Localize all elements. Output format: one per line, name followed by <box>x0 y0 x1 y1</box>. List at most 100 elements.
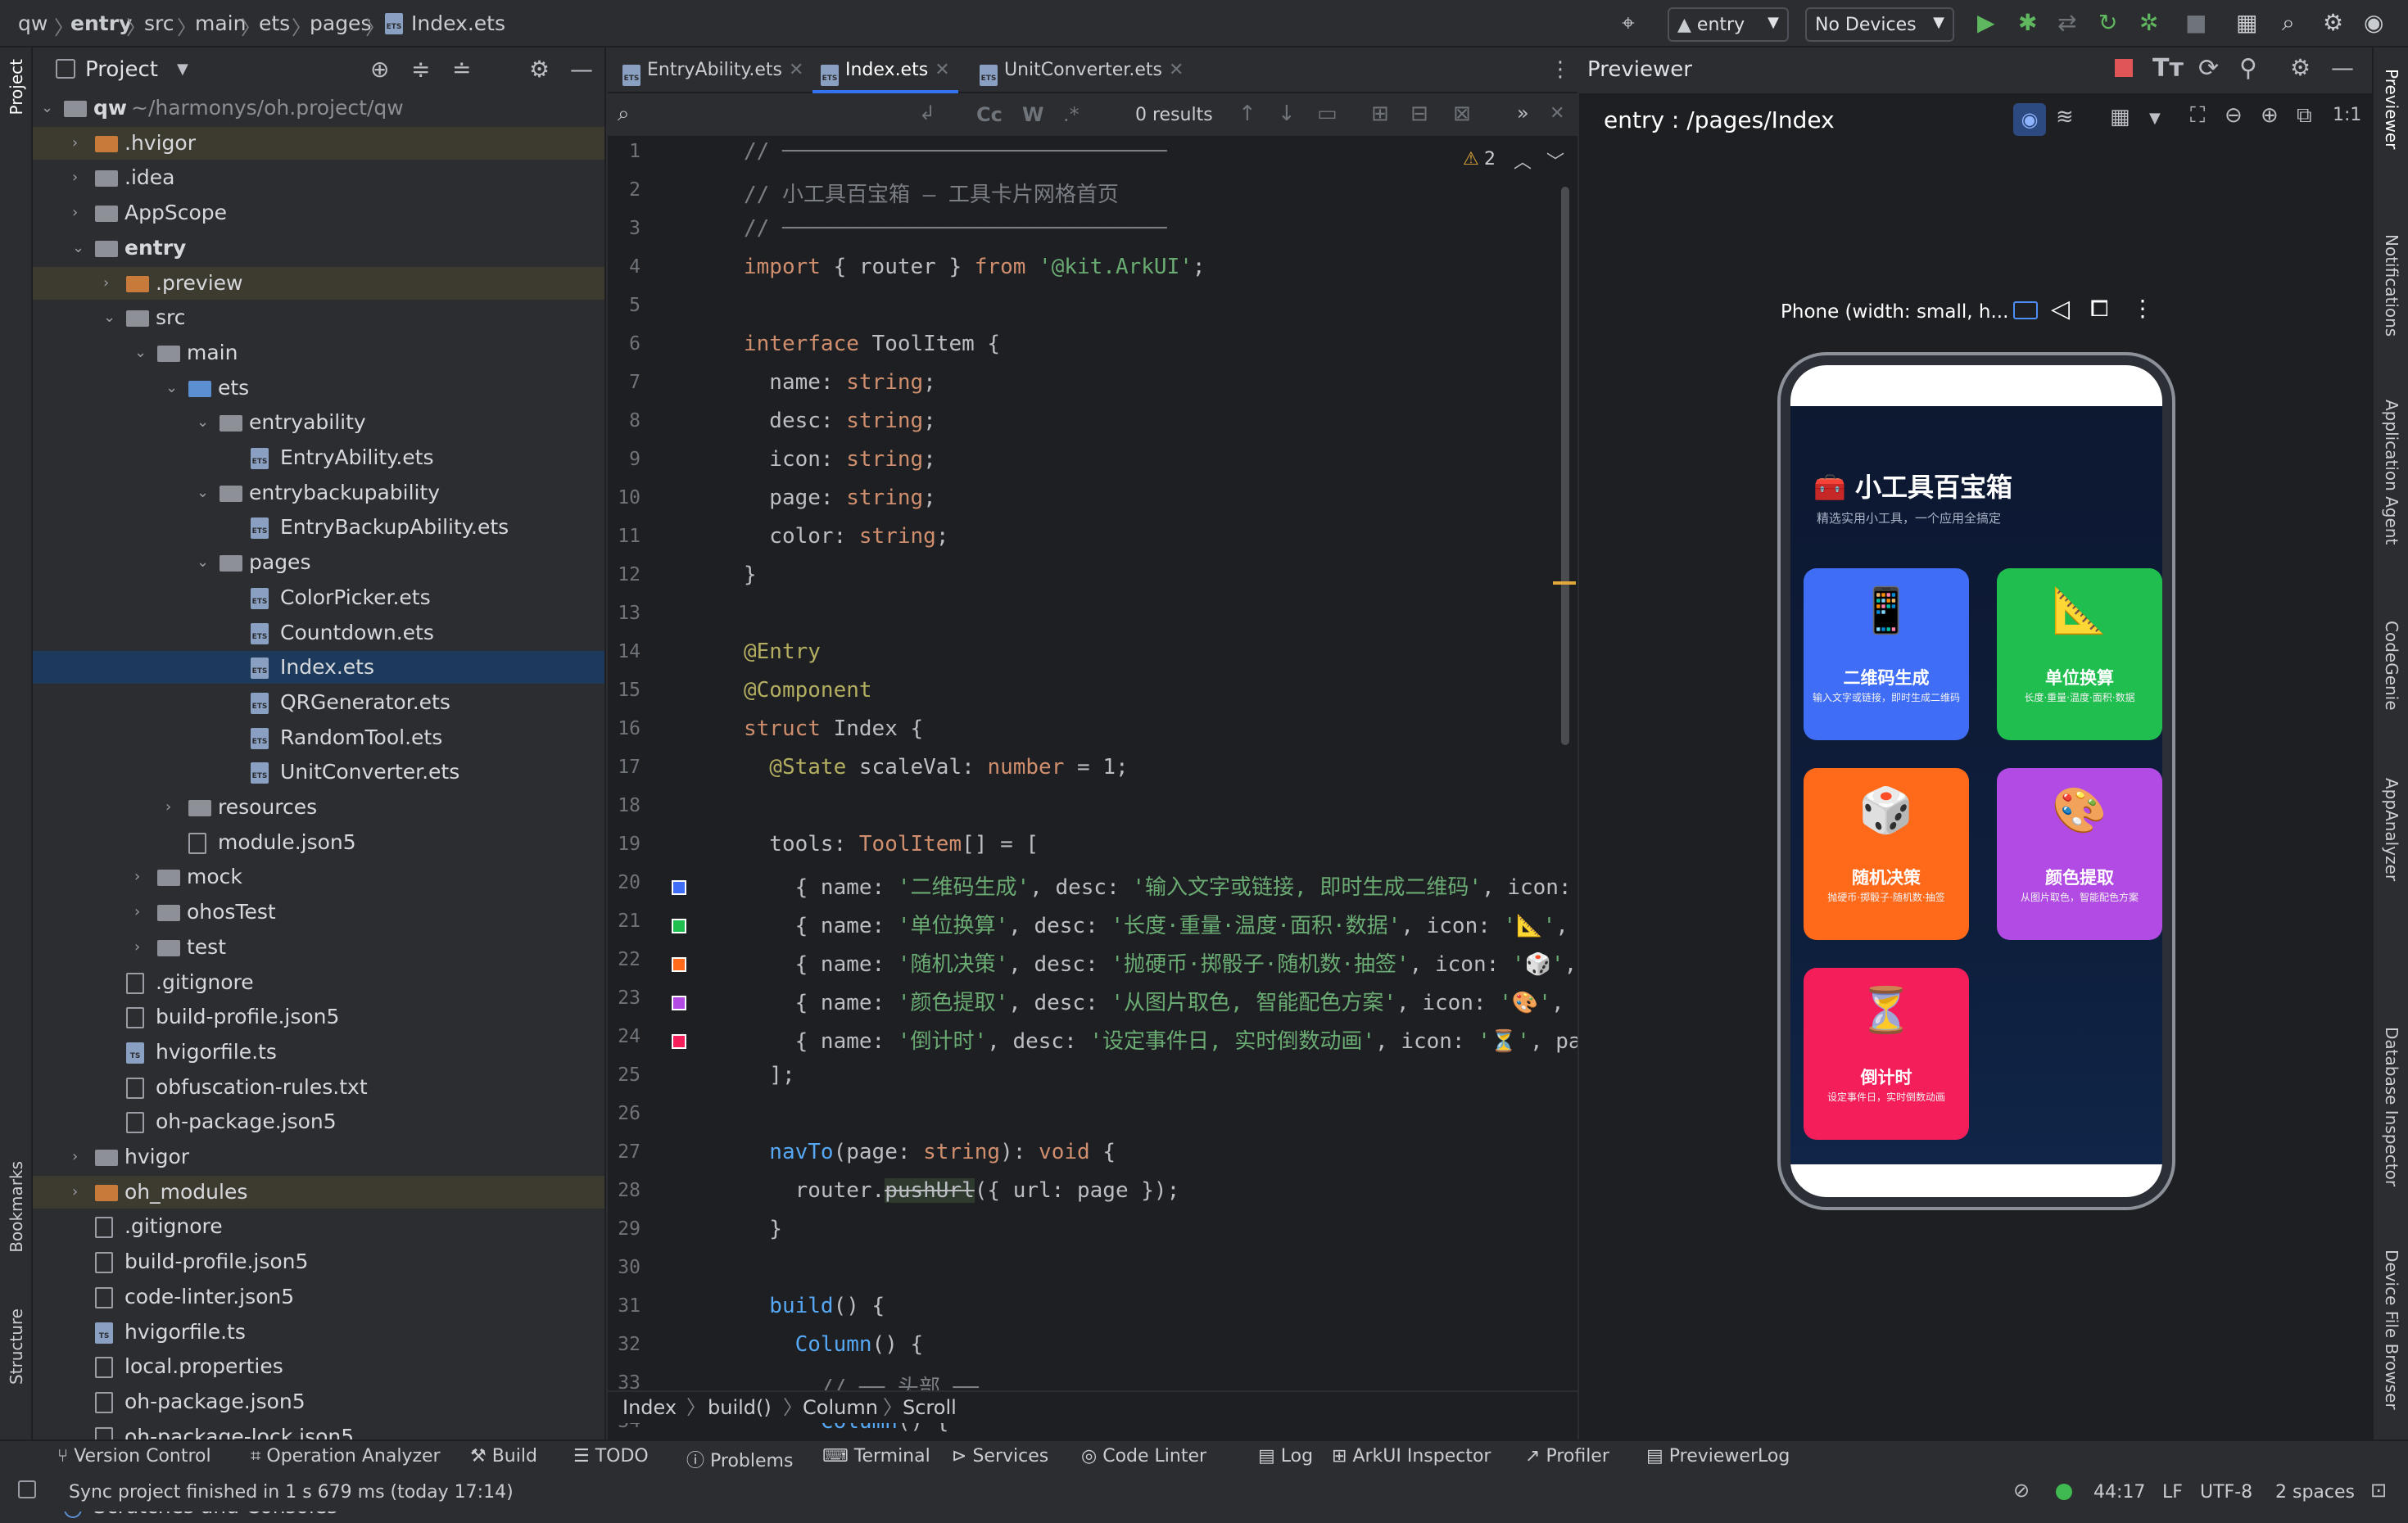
chevron-down-icon[interactable]: ⌄ <box>103 301 115 334</box>
color-swatch-icon[interactable] <box>672 919 686 933</box>
chevron-right-icon[interactable]: › <box>72 1176 78 1209</box>
zoom-in-icon[interactable]: ⊕ <box>2261 103 2279 128</box>
tree-item[interactable]: TS hvigorfile.ts <box>33 1316 604 1349</box>
tool-card[interactable]: 🎲 随机决策 抛硬币·掷骰子·随机数·抽签 <box>1804 768 1969 940</box>
tree-item[interactable]: › AppScope <box>33 197 604 229</box>
color-swatch-icon[interactable] <box>672 957 686 972</box>
chevron-right-icon[interactable]: › <box>134 861 140 893</box>
tree-item[interactable]: ⌄ entrybackupability <box>33 477 604 509</box>
notifications-tool-button[interactable]: Notifications <box>2382 234 2401 337</box>
rotate-icon[interactable]: ⧠ <box>2090 295 2108 323</box>
chevron-right-icon[interactable]: › <box>72 1141 78 1173</box>
code-area[interactable]: 1 // ────────────────────────────── 2 // 小工… <box>608 138 1590 1477</box>
tree-item[interactable]: ETS EntryBackupAbility.ets <box>33 511 604 544</box>
chevron-right-icon[interactable]: › <box>103 267 109 300</box>
indent-setting[interactable]: 2 spaces <box>2275 1482 2355 1503</box>
tree-item[interactable]: › .idea <box>33 161 604 194</box>
database-inspector-tool-button[interactable]: Database Inspector <box>2382 1027 2401 1186</box>
more-options-icon[interactable]: » <box>1517 102 1529 124</box>
tree-item[interactable]: oh-package.json5 <box>33 1105 604 1138</box>
tool-window-services[interactable]: ⊳ Services <box>952 1446 1048 1467</box>
profile-icon[interactable]: ✲ <box>2139 10 2158 36</box>
back-icon[interactable]: ◁ <box>2051 295 2070 323</box>
code-breadcrumb-struct[interactable]: Index <box>622 1392 677 1423</box>
tree-item[interactable]: ⌄ main <box>33 337 604 369</box>
breadcrumb-src[interactable]: src <box>144 11 174 35</box>
debug-icon[interactable]: ✱ <box>2018 10 2037 36</box>
appanalyzer-tool-button[interactable]: AppAnalyzer <box>2382 778 2401 881</box>
more-icon[interactable]: ⋮ <box>2131 295 2154 322</box>
chevron-down-icon[interactable]: ⌄ <box>197 546 209 579</box>
tree-item[interactable]: ⌄ pages <box>33 546 604 579</box>
remove-selection-icon[interactable]: ⊟ <box>1410 102 1428 126</box>
tree-item[interactable]: › .hvigor <box>33 126 604 160</box>
stop-preview-icon[interactable] <box>2115 59 2133 77</box>
chevron-down-icon[interactable]: ⌄ <box>197 406 209 439</box>
close-icon[interactable]: ✕ <box>1550 103 1564 124</box>
chevron-down-icon[interactable]: ⌄ <box>197 477 209 509</box>
warning-icon[interactable]: ⚠ <box>1463 149 1479 169</box>
more-tabs-icon[interactable]: ⋮ <box>1550 57 1571 82</box>
tool-window-arkui-inspector[interactable]: ⊞ ArkUI Inspector <box>1332 1446 1491 1467</box>
hide-panel-icon[interactable]: — <box>2331 54 2354 81</box>
tool-window-problems[interactable]: ⓘ Problems <box>686 1446 793 1472</box>
tree-item[interactable]: ETS RandomTool.ets <box>33 721 604 754</box>
find-input[interactable] <box>649 100 894 131</box>
chevron-right-icon[interactable]: › <box>165 791 171 824</box>
code-breadcrumb-scroll[interactable]: Scroll <box>903 1392 957 1423</box>
structure-tool-button[interactable]: Structure <box>7 1308 26 1385</box>
gear-icon[interactable]: ⚙ <box>2290 54 2311 81</box>
hide-panel-icon[interactable]: — <box>570 56 593 83</box>
tool-card[interactable]: 🎨 颜色提取 从图片取色，智能配色方案 <box>1997 768 2162 940</box>
code-breadcrumb-build[interactable]: build() <box>708 1392 772 1423</box>
tool-window-terminal[interactable]: ⌨ Terminal <box>822 1446 930 1467</box>
zoom-out-icon[interactable]: ⊖ <box>2225 103 2243 128</box>
chevron-up-icon[interactable]: ︿ <box>1514 147 1532 174</box>
project-panel-title[interactable]: Project <box>85 57 158 82</box>
match-case-toggle[interactable]: Cc <box>976 103 1003 126</box>
tree-item[interactable]: ⌄ qw ~/harmonys/oh.project/qw <box>33 92 604 124</box>
settings-icon[interactable]: ⚙ <box>2323 10 2343 36</box>
tree-item[interactable]: ETS EntryAbility.ets <box>33 441 604 474</box>
chevron-down-icon[interactable]: ⌄ <box>134 337 147 369</box>
tab-index[interactable]: ETS Index.ets ✕ <box>812 47 958 93</box>
close-icon[interactable]: ✕ <box>935 60 949 80</box>
gear-icon[interactable]: ⚙ <box>529 56 550 83</box>
apply-changes-icon[interactable]: ↻ <box>2098 10 2117 36</box>
chevron-right-icon[interactable]: › <box>72 127 78 160</box>
actual-size-icon[interactable]: ⧉ <box>2297 103 2312 129</box>
select-all-occurrences-icon[interactable]: ▭ <box>1317 102 1338 126</box>
tree-item[interactable]: module.json5 <box>33 826 604 859</box>
tree-item[interactable]: › mock <box>33 861 604 893</box>
chevron-right-icon[interactable]: › <box>134 931 140 964</box>
run-icon[interactable]: ▶ <box>1977 10 1995 36</box>
file-encoding[interactable]: UTF-8 <box>2200 1482 2252 1503</box>
tree-item[interactable]: obfuscation-rules.txt <box>33 1071 604 1104</box>
chevron-down-icon[interactable]: ▼ <box>2149 110 2161 127</box>
tree-item[interactable]: ⌄ ets <box>33 372 604 404</box>
chevron-down-icon[interactable]: ﹀ <box>1546 147 1564 174</box>
breadcrumb-ets[interactable]: ets <box>259 11 290 35</box>
chevron-right-icon[interactable]: › <box>134 896 140 929</box>
tool-window-todo[interactable]: ☰ TODO <box>573 1446 649 1467</box>
filter-icon[interactable]: ⊠ <box>1453 102 1471 126</box>
breadcrumb-project[interactable]: qw <box>18 11 48 35</box>
add-selection-icon[interactable]: ⊞ <box>1371 102 1389 126</box>
font-size-icon[interactable]: Tт <box>2152 54 2184 83</box>
one-to-one-icon[interactable]: 1:1 <box>2333 105 2361 125</box>
target-icon[interactable]: ⌖ <box>1622 10 1635 36</box>
avatar-icon[interactable]: ◉ <box>2364 10 2383 36</box>
stop-icon[interactable]: ■ <box>2185 10 2207 36</box>
breadcrumb-main[interactable]: main <box>195 11 246 35</box>
chevron-down-icon[interactable]: ▼ <box>177 61 188 78</box>
tree-item[interactable]: code-linter.json5 <box>33 1281 604 1313</box>
no-power-save-icon[interactable]: ⊘ <box>2013 1479 2030 1502</box>
color-swatch-icon[interactable] <box>672 880 686 895</box>
tool-card[interactable]: 📐 单位换算 长度·重量·温度·面积·数据 <box>1997 568 2162 740</box>
tool-window-profiler[interactable]: ↗ Profiler <box>1525 1446 1609 1467</box>
chevron-down-icon[interactable]: ⌄ <box>72 232 84 264</box>
code-breadcrumb-column[interactable]: Column <box>803 1392 878 1423</box>
tool-window-operation-analyzer[interactable]: ⌗ Operation Analyzer <box>251 1446 441 1467</box>
tree-item[interactable]: .gitignore <box>33 966 604 999</box>
tree-item[interactable]: ETS UnitConverter.ets <box>33 756 604 789</box>
